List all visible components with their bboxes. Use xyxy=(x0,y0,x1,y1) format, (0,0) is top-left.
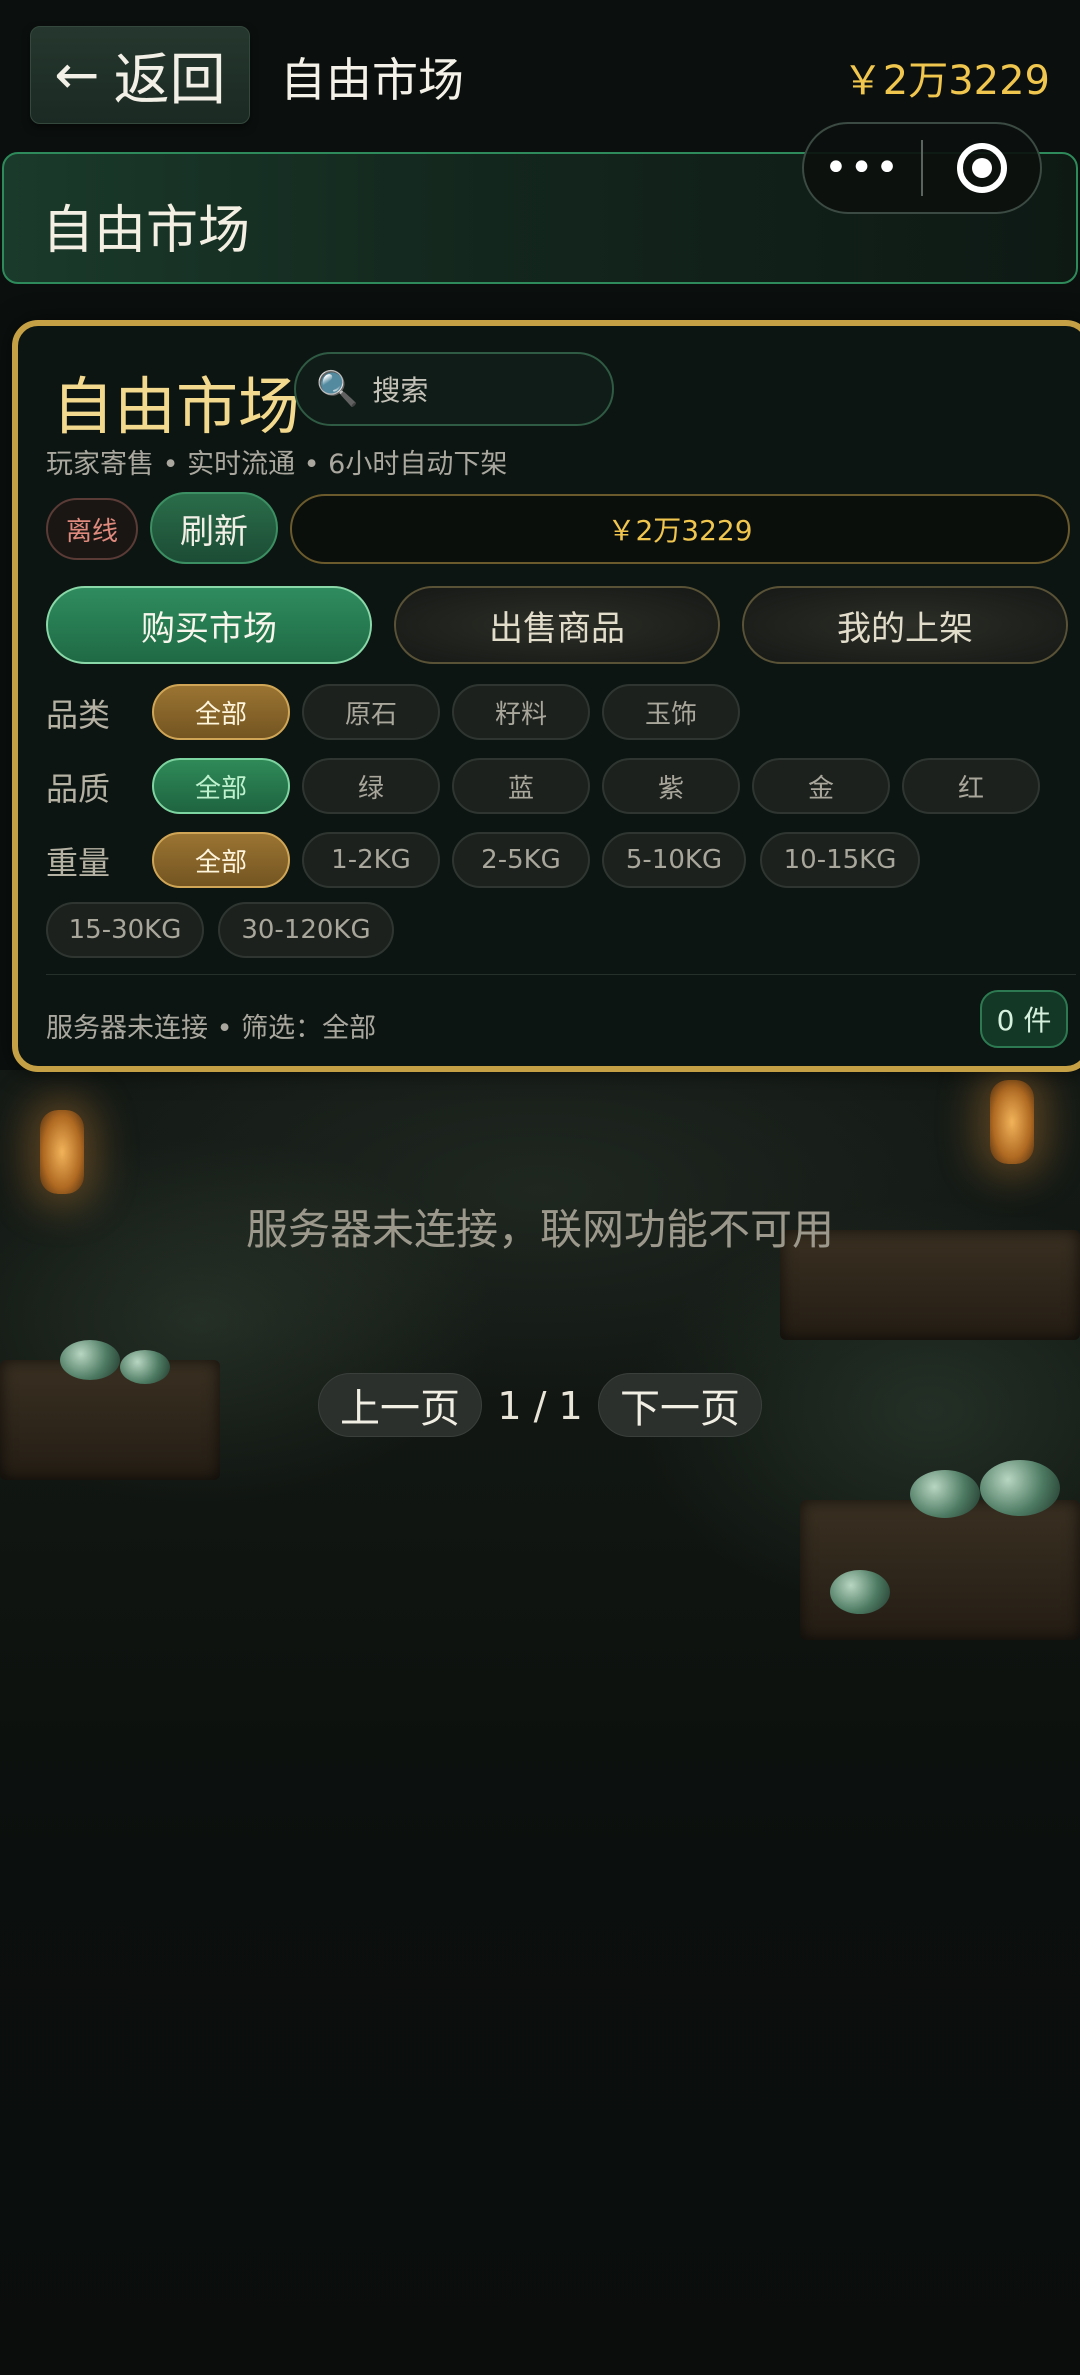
weight-chip-15-30kg[interactable]: 15-30KG xyxy=(46,902,204,958)
more-icon[interactable]: ••• xyxy=(804,148,921,188)
tab-sell-goods[interactable]: 出售商品 xyxy=(394,586,720,664)
quality-chip-green[interactable]: 绿 xyxy=(302,758,440,814)
category-label: 品类 xyxy=(46,696,111,734)
weight-chip-1-2kg[interactable]: 1-2KG xyxy=(302,832,440,888)
prev-page-button[interactable]: 上一页 xyxy=(318,1373,482,1437)
status-text: 服务器未连接 • 筛选：全部 xyxy=(46,1013,377,1044)
jade-stone-decoration xyxy=(120,1350,170,1384)
jade-stone-decoration xyxy=(60,1340,120,1380)
jade-stone-decoration xyxy=(910,1470,980,1518)
tab-buy-market[interactable]: 购买市场 xyxy=(46,586,372,664)
panel-subtitle: 玩家寄售 • 实时流通 • 6小时自动下架 xyxy=(46,449,508,480)
search-input[interactable]: 🔍 搜索 xyxy=(294,352,614,426)
banner-title: 自由市场 xyxy=(42,201,251,261)
miniprogram-capsule: ••• xyxy=(802,122,1042,214)
page-indicator: 1 / 1 xyxy=(497,1384,583,1428)
item-count-badge: 0 件 xyxy=(980,990,1068,1048)
arrow-left-icon: ← xyxy=(54,43,100,106)
tab-my-listings[interactable]: 我的上架 xyxy=(742,586,1068,664)
offline-badge: 离线 xyxy=(46,498,138,560)
jade-stone-decoration xyxy=(830,1570,890,1614)
money-display: ￥2万3229 xyxy=(290,494,1070,564)
weight-chip-5-10kg[interactable]: 5-10KG xyxy=(602,832,746,888)
quality-chip-red[interactable]: 红 xyxy=(902,758,1040,814)
crate-decoration xyxy=(800,1500,1080,1640)
refresh-button[interactable]: 刷新 xyxy=(150,492,278,564)
weight-chip-10-15kg[interactable]: 10-15KG xyxy=(760,832,920,888)
category-chip-ornament[interactable]: 玉饰 xyxy=(602,684,740,740)
category-chip-rough[interactable]: 原石 xyxy=(302,684,440,740)
lantern-decoration xyxy=(40,1110,84,1194)
weight-chip-30-120kg[interactable]: 30-120KG xyxy=(218,902,394,958)
next-page-button[interactable]: 下一页 xyxy=(598,1373,762,1437)
panel-divider xyxy=(46,974,1076,975)
weight-chip-2-5kg[interactable]: 2-5KG xyxy=(452,832,590,888)
nav-balance: ￥2万3229 xyxy=(842,58,1050,104)
back-label: 返回 xyxy=(113,47,226,113)
jade-stone-decoration xyxy=(980,1460,1060,1516)
market-panel: 自由市场 🔍 搜索 玩家寄售 • 实时流通 • 6小时自动下架 离线 刷新 ￥2… xyxy=(12,320,1080,1072)
quality-label: 品质 xyxy=(46,770,111,808)
quality-chip-purple[interactable]: 紫 xyxy=(602,758,740,814)
category-chip-all[interactable]: 全部 xyxy=(152,684,290,740)
empty-message: 服务器未连接，联网功能不可用 xyxy=(245,1205,834,1254)
nav-title: 自由市场 xyxy=(280,53,464,107)
back-button[interactable]: ← 返回 xyxy=(30,26,250,124)
quality-chip-all[interactable]: 全部 xyxy=(152,758,290,814)
category-chip-seed[interactable]: 籽料 xyxy=(452,684,590,740)
crate-decoration xyxy=(0,1360,220,1480)
weight-label: 重量 xyxy=(46,844,111,882)
search-icon: 🔍 xyxy=(316,369,359,409)
target-ring-icon xyxy=(956,143,1007,193)
search-placeholder: 搜索 xyxy=(372,374,429,407)
market-background xyxy=(0,1070,1080,2375)
panel-title: 自由市场 xyxy=(52,370,301,443)
lantern-decoration xyxy=(990,1080,1034,1164)
close-target-icon[interactable] xyxy=(923,143,1040,193)
weight-chip-all[interactable]: 全部 xyxy=(152,832,290,888)
quality-chip-gold[interactable]: 金 xyxy=(752,758,890,814)
quality-chip-blue[interactable]: 蓝 xyxy=(452,758,590,814)
